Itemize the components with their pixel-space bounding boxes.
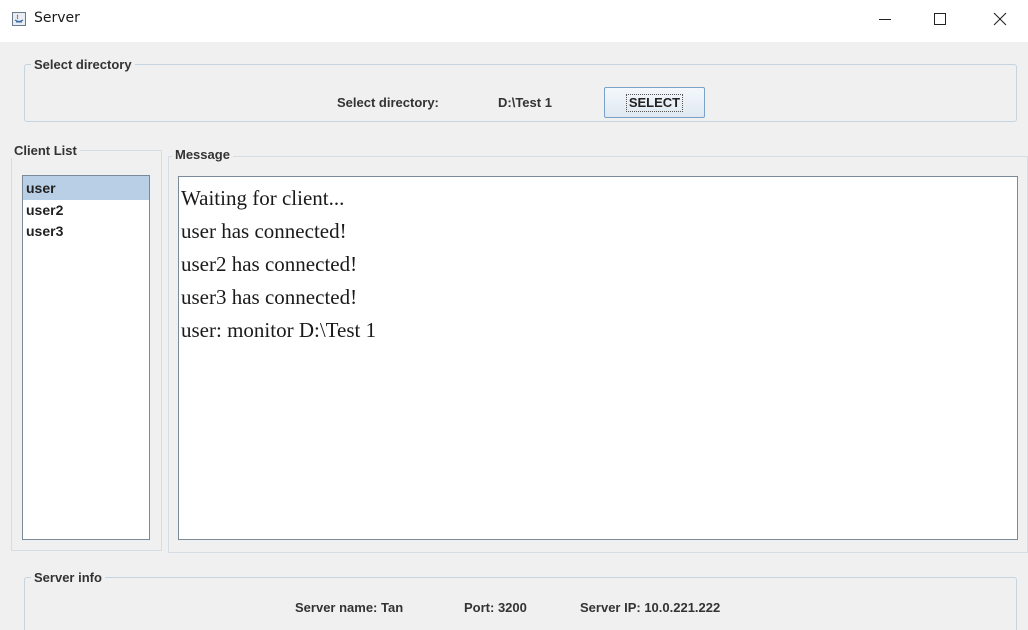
message-line: Waiting for client...	[181, 186, 345, 210]
client-list-item-user2[interactable]: user2	[23, 200, 149, 221]
minimize-icon	[879, 19, 891, 20]
server-name-label: Server name: Tan	[295, 600, 404, 615]
minimize-button[interactable]	[865, 6, 905, 32]
client-list-item-user[interactable]: user	[23, 176, 149, 200]
message-line: user2 has connected!	[181, 252, 358, 276]
client-list-item-user3[interactable]: user3	[23, 221, 149, 242]
select-button-label: SELECT	[625, 93, 684, 112]
maximize-button[interactable]	[920, 6, 960, 32]
window-title: Server	[34, 10, 80, 26]
directory-path-value: D:\Test 1	[498, 95, 552, 110]
server-ip-label: Server IP: 10.0.221.222	[580, 600, 721, 615]
message-log[interactable]: Waiting for client... user has connected…	[178, 176, 1018, 540]
java-app-icon	[12, 12, 26, 26]
select-directory-button[interactable]: SELECT	[604, 87, 705, 118]
client-list-title: Client List	[11, 143, 80, 158]
select-directory-label: Select directory:	[337, 95, 439, 110]
title-bar: Server	[0, 0, 1028, 42]
close-icon	[993, 12, 1007, 26]
maximize-icon	[934, 13, 946, 25]
select-directory-group: Select directory	[24, 57, 1017, 122]
server-port-label: Port: 3200	[464, 600, 527, 615]
server-info-title: Server info	[34, 570, 102, 585]
message-line: user3 has connected!	[181, 285, 358, 309]
select-directory-group-title: Select directory	[34, 57, 132, 72]
close-button[interactable]	[980, 6, 1020, 32]
message-title: Message	[172, 147, 233, 162]
client-list[interactable]: user user2 user3	[22, 175, 150, 540]
message-line: user has connected!	[181, 219, 347, 243]
message-line: user: monitor D:\Test 1	[181, 318, 377, 342]
